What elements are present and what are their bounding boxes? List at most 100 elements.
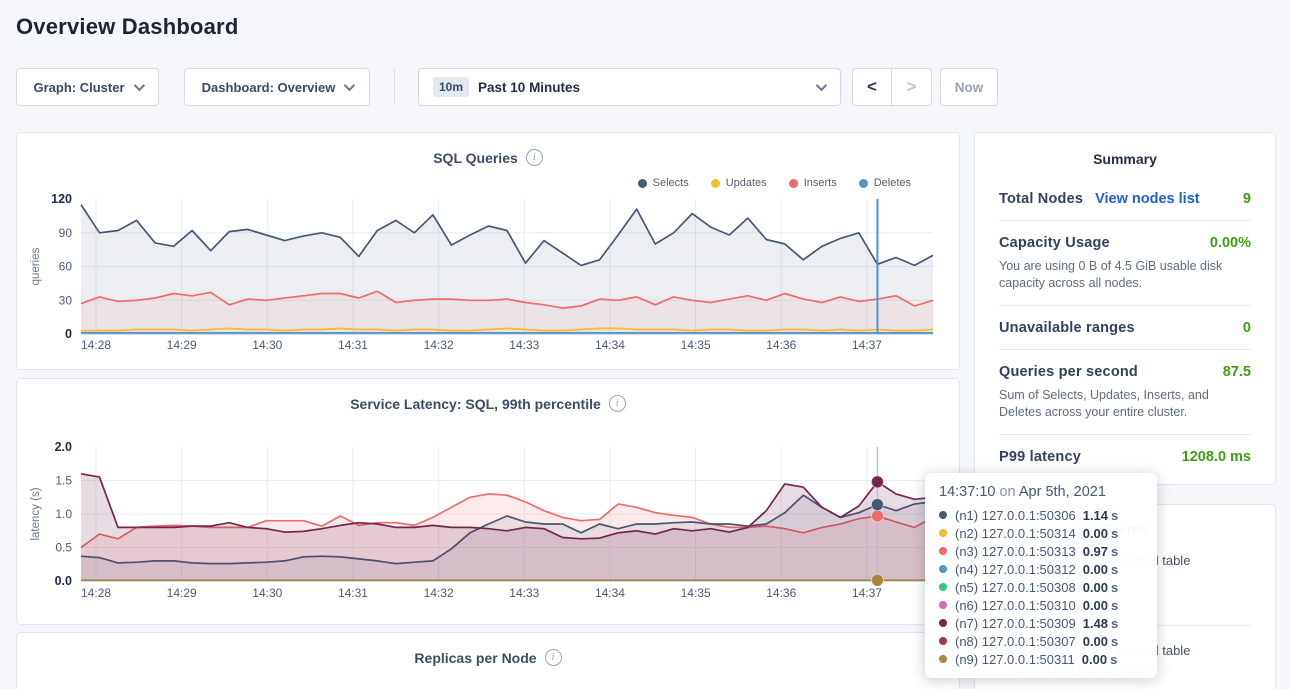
tooltip-node-address: (n2) 127.0.0.1:50314 xyxy=(955,526,1076,541)
time-range-badge: 10m xyxy=(433,77,469,97)
tooltip-node-unit: s xyxy=(1111,526,1118,541)
summary-row: Total Nodes View nodes list 9 xyxy=(999,177,1251,220)
svg-text:14:34: 14:34 xyxy=(595,586,625,600)
chevron-down-icon xyxy=(344,80,355,91)
chevron-down-icon xyxy=(816,80,827,91)
time-range-dropdown[interactable]: 10m Past 10 Minutes xyxy=(418,68,841,106)
tooltip-node-value: 0.00 xyxy=(1083,580,1108,595)
legend-label: Inserts xyxy=(804,177,837,189)
node-color-dot-icon xyxy=(939,601,947,609)
svg-text:0.5: 0.5 xyxy=(55,541,72,555)
view-nodes-link[interactable]: View nodes list xyxy=(1095,191,1200,207)
node-color-dot-icon xyxy=(939,565,947,573)
prev-time-button[interactable]: < xyxy=(853,69,892,105)
tooltip-node-value: 0.97 xyxy=(1083,544,1108,559)
svg-text:14:35: 14:35 xyxy=(681,586,711,600)
summary-row-value: 87.5 xyxy=(1223,364,1251,380)
next-time-button[interactable]: > xyxy=(892,69,931,105)
legend-dot-icon xyxy=(711,179,720,188)
svg-text:14:28: 14:28 xyxy=(81,338,111,352)
page-title: Overview Dashboard xyxy=(16,14,238,40)
graph-dropdown[interactable]: Graph: Cluster xyxy=(16,68,159,106)
summary-row-label: Capacity Usage xyxy=(999,235,1110,251)
tooltip-node-value: 0.00 xyxy=(1082,652,1107,667)
svg-text:2.0: 2.0 xyxy=(55,440,72,454)
chart-title: SQL Queries xyxy=(433,150,518,166)
tooltip-node-address: (n1) 127.0.0.1:50306 xyxy=(955,508,1076,523)
now-button[interactable]: Now xyxy=(940,68,998,106)
time-pager: < > xyxy=(852,68,932,106)
node-color-dot-icon xyxy=(939,655,947,663)
tooltip-node-row: (n4) 127.0.0.1:503120.00s xyxy=(939,560,1143,578)
tooltip-node-value: 0.00 xyxy=(1083,598,1108,613)
legend-dot-icon xyxy=(789,179,798,188)
summary-row-value: 0.00% xyxy=(1210,235,1251,251)
info-icon[interactable]: i xyxy=(609,395,626,412)
dashboard-dropdown-label: Dashboard: Overview xyxy=(202,80,336,95)
svg-text:60: 60 xyxy=(59,260,73,274)
svg-text:queries: queries xyxy=(30,247,42,285)
divider xyxy=(394,69,395,105)
legend-label: Updates xyxy=(726,177,767,189)
svg-text:1.5: 1.5 xyxy=(55,474,72,488)
node-color-dot-icon xyxy=(939,583,947,591)
svg-text:14:29: 14:29 xyxy=(167,338,197,352)
svg-text:14:37: 14:37 xyxy=(852,338,882,352)
sql-queries-chart-card: SQL Queries i Selects Updates Inserts Delet… xyxy=(16,132,960,370)
summary-row: Unavailable ranges0 xyxy=(999,305,1251,349)
node-color-dot-icon xyxy=(939,511,947,519)
tooltip-node-row: (n9) 127.0.0.1:50311 0.00s xyxy=(939,650,1143,668)
svg-text:14:31: 14:31 xyxy=(338,586,368,600)
chart-title: Service Latency: SQL, 99th percentile xyxy=(350,396,601,412)
service-latency-chart-card: Service Latency: SQL, 99th percentile i … xyxy=(16,378,960,625)
node-color-dot-icon xyxy=(939,619,947,627)
tooltip-node-value: 0.00 xyxy=(1083,562,1108,577)
tooltip-node-row: (n5) 127.0.0.1:503080.00s xyxy=(939,578,1143,596)
chart-title: Replicas per Node xyxy=(414,650,536,666)
legend-item[interactable]: Selects xyxy=(638,177,689,189)
svg-text:30: 30 xyxy=(59,293,73,307)
svg-text:14:30: 14:30 xyxy=(252,338,282,352)
svg-text:0: 0 xyxy=(65,327,72,341)
tooltip-node-row: (n8) 127.0.0.1:503070.00s xyxy=(939,632,1143,650)
legend-item[interactable]: Deletes xyxy=(859,177,911,189)
summary-row-label: P99 latency xyxy=(999,449,1081,465)
info-icon[interactable]: i xyxy=(526,149,543,166)
svg-text:14:36: 14:36 xyxy=(766,586,796,600)
legend-item[interactable]: Updates xyxy=(711,177,767,189)
chevron-down-icon xyxy=(133,80,144,91)
chart-hover-tooltip: 14:37:10 on Apr 5th, 2021 (n1) 127.0.0.1… xyxy=(925,473,1157,678)
summary-title: Summary xyxy=(999,151,1251,167)
tooltip-node-unit: s xyxy=(1110,652,1117,667)
legend-label: Deletes xyxy=(874,177,911,189)
sql-queries-chart[interactable]: 14:2814:2914:3014:3114:3214:3314:3414:35… xyxy=(17,189,961,365)
summary-row: Capacity Usage0.00%You are using 0 B of … xyxy=(999,220,1251,305)
summary-row-label: Total Nodes xyxy=(999,191,1083,207)
tooltip-node-row: (n7) 127.0.0.1:503091.48s xyxy=(939,614,1143,632)
summary-row-description: Sum of Selects, Updates, Inserts, and De… xyxy=(999,387,1251,421)
svg-text:latency (s): latency (s) xyxy=(30,487,42,540)
tooltip-node-unit: s xyxy=(1111,580,1118,595)
legend-label: Selects xyxy=(653,177,689,189)
tooltip-node-row: (n2) 127.0.0.1:503140.00s xyxy=(939,524,1143,542)
info-icon[interactable]: i xyxy=(545,649,562,666)
tooltip-node-value: 1.14 xyxy=(1083,508,1108,523)
svg-text:14:33: 14:33 xyxy=(509,338,539,352)
svg-text:90: 90 xyxy=(59,226,73,240)
summary-row-label: Queries per second xyxy=(999,364,1138,380)
node-color-dot-icon xyxy=(939,637,947,645)
replicas-per-node-chart-card: Replicas per Node i xyxy=(16,632,960,689)
chart-legend: Selects Updates Inserts Deletes xyxy=(638,177,911,189)
tooltip-timestamp: 14:37:10 on Apr 5th, 2021 xyxy=(939,484,1143,500)
dashboard-dropdown[interactable]: Dashboard: Overview xyxy=(184,68,370,106)
tooltip-node-unit: s xyxy=(1111,598,1118,613)
tooltip-node-address: (n6) 127.0.0.1:50310 xyxy=(955,598,1076,613)
service-latency-chart[interactable]: 14:2814:2914:3014:3114:3214:3314:3414:35… xyxy=(17,425,961,615)
graph-dropdown-label: Graph: Cluster xyxy=(33,80,124,95)
tooltip-node-address: (n3) 127.0.0.1:50313 xyxy=(955,544,1076,559)
summary-row-value: 9 xyxy=(1243,191,1251,207)
tooltip-node-address: (n9) 127.0.0.1:50311 xyxy=(955,652,1075,667)
tooltip-node-unit: s xyxy=(1111,562,1118,577)
legend-item[interactable]: Inserts xyxy=(789,177,837,189)
svg-text:14:32: 14:32 xyxy=(424,586,454,600)
